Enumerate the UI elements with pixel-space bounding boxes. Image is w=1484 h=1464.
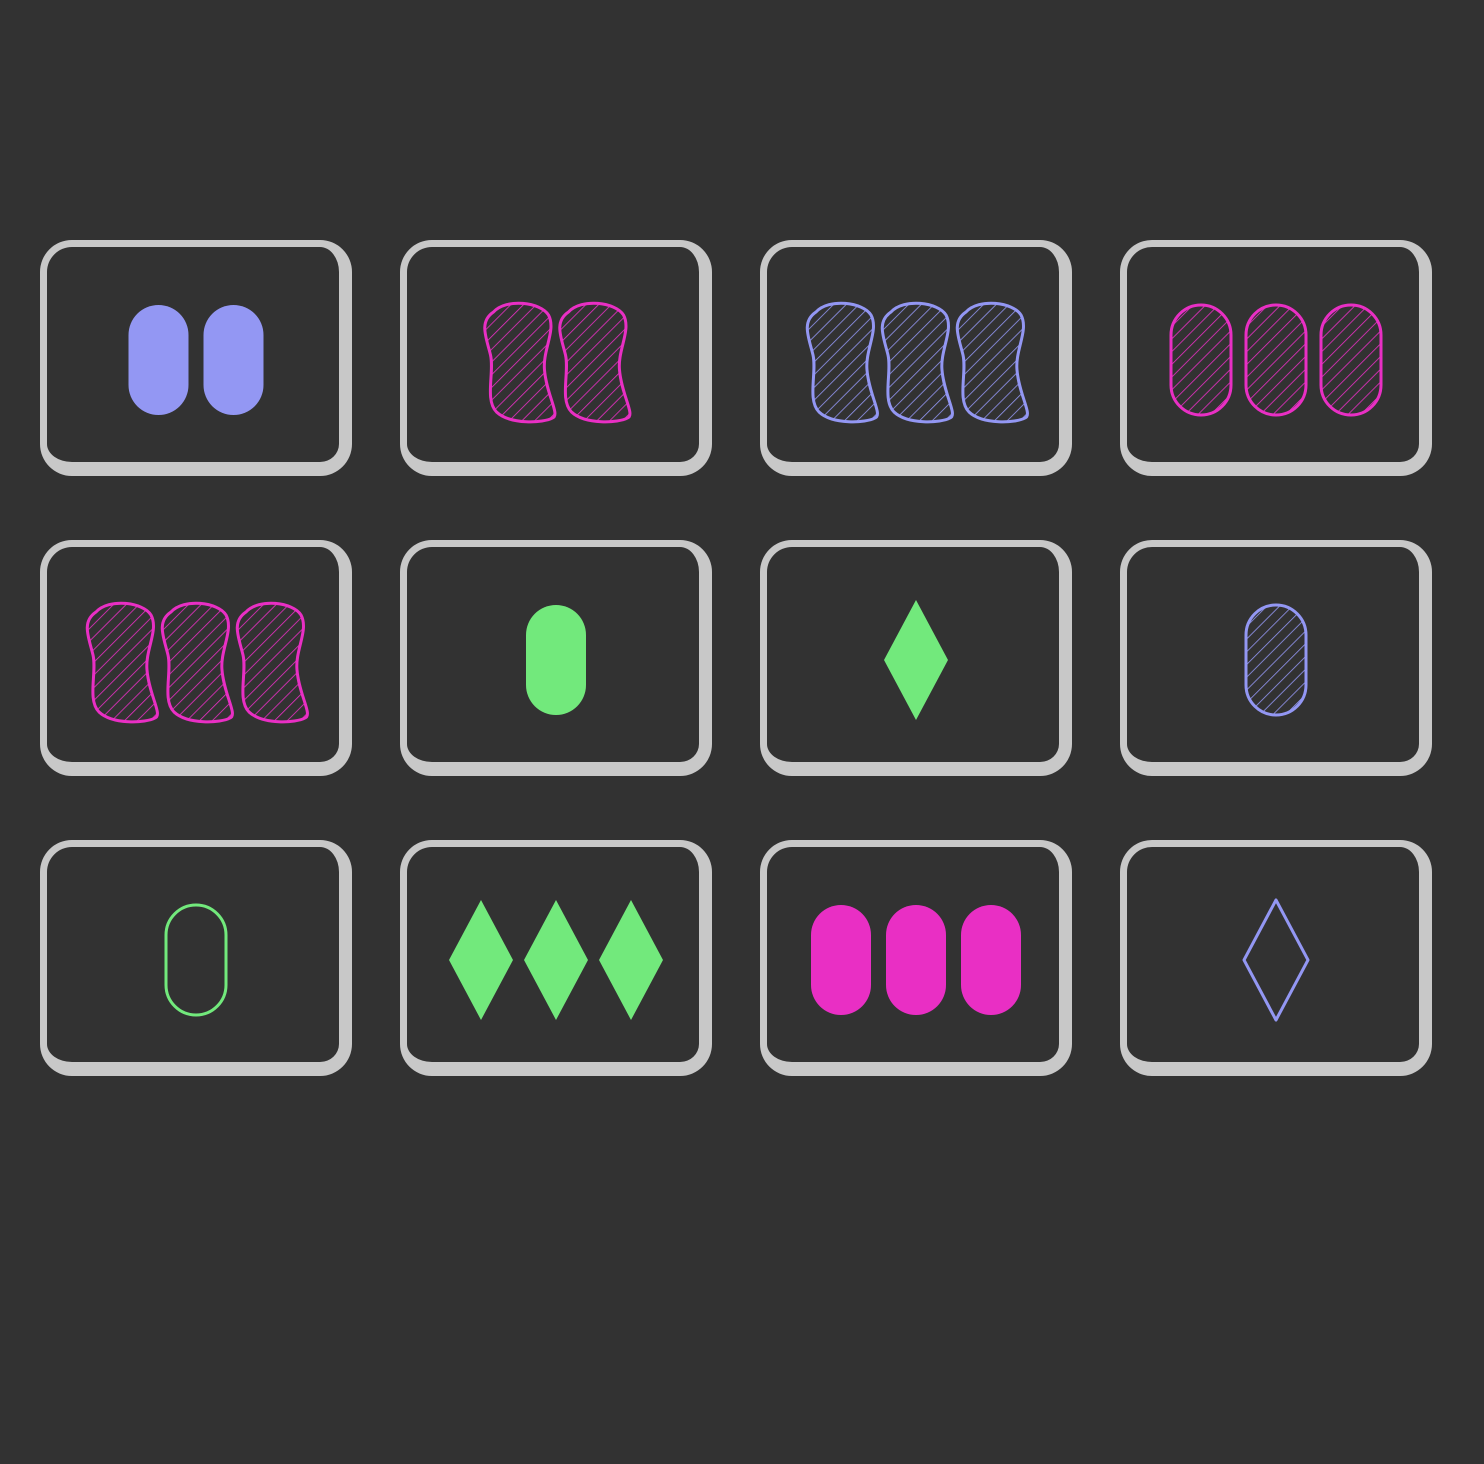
oval-symbols [811, 905, 1021, 1015]
squiggle-symbol [880, 301, 954, 424]
oval-symbol [164, 903, 228, 1017]
oval-symbol [1319, 303, 1383, 417]
set-card[interactable] [40, 240, 352, 476]
set-card[interactable] [1120, 840, 1432, 1076]
oval-symbol [961, 905, 1021, 1015]
oval-symbols [1244, 603, 1308, 717]
diamond-symbol [884, 600, 948, 720]
diamond-symbol [599, 900, 663, 1020]
diamond-symbols [449, 900, 663, 1020]
oval-symbol [203, 305, 264, 415]
squiggle-symbol [85, 601, 159, 724]
squiggle-symbol [483, 301, 557, 424]
set-card[interactable] [760, 240, 1072, 476]
oval-symbol [1244, 603, 1308, 717]
set-card[interactable] [40, 840, 352, 1076]
diamond-symbol [449, 900, 513, 1020]
oval-symbol [128, 305, 189, 415]
squiggle-symbol [160, 601, 234, 724]
squiggle-symbol [235, 601, 309, 724]
set-card[interactable] [400, 840, 712, 1076]
oval-symbol [526, 605, 586, 715]
set-card[interactable] [400, 240, 712, 476]
squiggle-symbol [955, 301, 1029, 424]
set-card[interactable] [1120, 540, 1432, 776]
oval-symbol [1244, 303, 1308, 417]
oval-symbol [811, 905, 871, 1015]
diamond-symbols [884, 600, 948, 720]
oval-symbols [1169, 303, 1383, 417]
squiggle-symbol [558, 301, 632, 424]
squiggle-symbols [85, 601, 309, 724]
oval-symbol [886, 905, 946, 1015]
oval-symbols [128, 305, 264, 415]
oval-symbols [164, 903, 228, 1017]
oval-symbols [526, 605, 586, 715]
set-card[interactable] [760, 840, 1072, 1076]
diamond-symbol [524, 900, 588, 1020]
diamond-symbols [1242, 898, 1310, 1022]
set-card[interactable] [400, 540, 712, 776]
set-card[interactable] [40, 540, 352, 776]
set-card[interactable] [760, 540, 1072, 776]
set-card[interactable] [1120, 240, 1432, 476]
oval-symbol [1169, 303, 1233, 417]
squiggle-symbols [805, 301, 1029, 424]
diamond-symbol [1242, 898, 1310, 1022]
squiggle-symbol [805, 301, 879, 424]
game-board [0, 0, 1484, 1464]
squiggle-symbols [483, 301, 632, 424]
